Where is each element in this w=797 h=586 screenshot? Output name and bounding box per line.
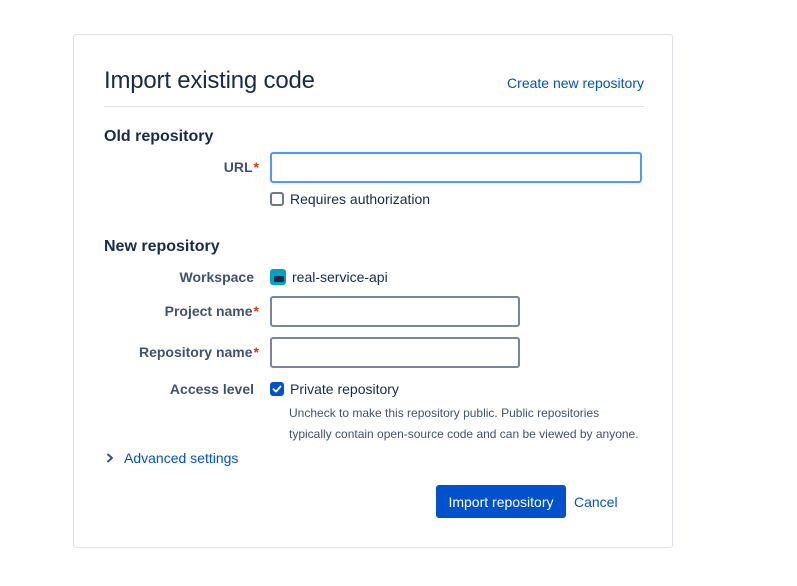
old-repository-heading: Old repository — [104, 128, 214, 145]
url-input[interactable] — [270, 152, 642, 183]
advanced-settings-label[interactable]: Advanced settings — [124, 450, 238, 466]
url-label: URL* — [79, 159, 259, 175]
project-name-input[interactable] — [270, 296, 520, 327]
requires-authorization-label[interactable]: Requires authorization — [290, 191, 430, 207]
required-marker: * — [253, 344, 259, 360]
page-title: Import existing code — [104, 67, 315, 94]
cancel-button[interactable]: Cancel — [574, 485, 618, 518]
project-name-label-text: Project name — [164, 303, 253, 319]
advanced-settings-toggle[interactable]: Advanced settings — [106, 450, 238, 466]
url-label-text: URL — [223, 159, 253, 175]
check-icon — [272, 385, 282, 393]
workspace-label: Workspace — [179, 269, 254, 285]
repository-name-label-text: Repository name — [138, 344, 253, 360]
new-repository-heading: New repository — [104, 238, 220, 255]
import-repository-button[interactable]: Import repository — [436, 485, 566, 518]
access-level-help-line-2: typically contain open-source code and c… — [289, 427, 639, 441]
workspace-name: real-service-api — [292, 269, 388, 285]
create-new-repository-link[interactable]: Create new repository — [507, 75, 644, 91]
private-repository-checkbox[interactable] — [270, 382, 284, 396]
workspace-value: real-service-api — [270, 269, 388, 285]
access-level-label: Access level — [169, 381, 254, 397]
private-repository-label[interactable]: Private repository — [290, 381, 399, 397]
repository-name-input[interactable] — [270, 337, 520, 368]
project-name-label: Project name* — [79, 303, 259, 319]
required-marker: * — [253, 159, 259, 175]
import-card: Import existing code Create new reposito… — [73, 34, 673, 548]
chevron-right-icon — [107, 453, 113, 463]
access-level-help-line-1: Uncheck to make this repository public. … — [289, 406, 600, 420]
required-marker: * — [253, 303, 259, 319]
access-level-help: Uncheck to make this repository public. … — [289, 403, 649, 445]
card-header: Import existing code Create new reposito… — [104, 65, 644, 107]
private-repository-row[interactable]: Private repository — [270, 381, 399, 397]
requires-authorization-checkbox[interactable] — [270, 192, 284, 206]
repository-name-label: Repository name* — [79, 344, 259, 360]
workspace-icon — [270, 269, 286, 285]
requires-authorization-row[interactable]: Requires authorization — [270, 191, 430, 207]
